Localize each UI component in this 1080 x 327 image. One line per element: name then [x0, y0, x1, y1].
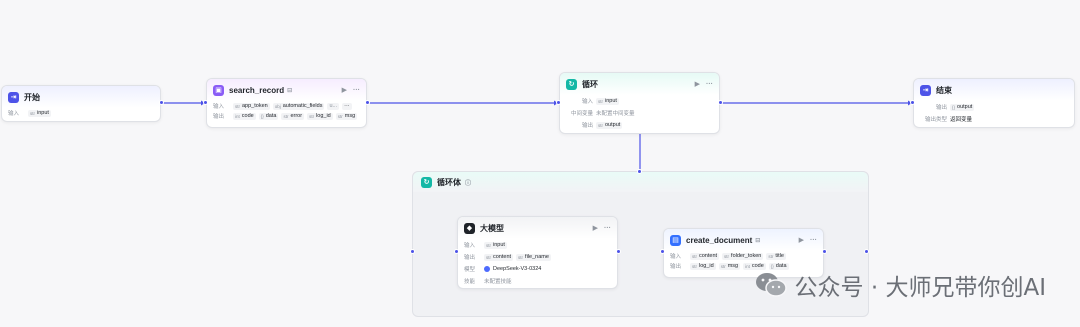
workflow-canvas[interactable]: ⇥ 开始 输入 str input ▣ search_record ⊟ ▶ ···… [0, 0, 1080, 327]
watermark-text: 公众号 · 大师兄带你创AI [794, 275, 1046, 301]
loop-body-header: ↻ 循环体 ⓘ [413, 172, 868, 192]
document-icon: ▤ [670, 234, 681, 246]
node-search-inputs: 输入 str app_token obj automatic_fields u...… [213, 102, 352, 110]
node-llm-skill: 技能 未配置技能 [464, 279, 512, 285]
port-loop-body[interactable] [637, 169, 642, 174]
plugin-icon: ▣ [213, 84, 224, 96]
port-loop-in[interactable] [556, 100, 561, 105]
run-icon[interactable]: ▶ [593, 224, 598, 232]
node-end-outputs: 输出 {} output [935, 103, 975, 111]
node-start-inputs: 输入 str input [8, 109, 51, 117]
llm-icon: ◆ [464, 222, 475, 234]
more-inputs-button[interactable]: ··· [342, 102, 352, 110]
run-icon[interactable]: ▶ [342, 86, 347, 94]
port-body-start[interactable] [410, 249, 415, 254]
node-llm-outputs: 输出 str content str file_name [464, 253, 551, 261]
node-loop-header: ↻ 循环 ▶ ··· [560, 73, 719, 95]
node-search-title: search_record [229, 85, 285, 95]
node-start-header: ⇥ 开始 [2, 86, 160, 108]
node-llm-header: ◆ 大模型 ▶ ··· [458, 217, 617, 239]
loop-icon: ↻ [566, 78, 577, 90]
node-loop-inputs: 输入 str input [581, 97, 619, 105]
var-tag: str input [28, 109, 51, 117]
node-start-title: 开始 [24, 92, 40, 102]
port-llm-out[interactable] [616, 249, 621, 254]
node-loop-title: 循环 [582, 79, 598, 89]
node-loop-mid: 中间变量 未配置中间变量 [570, 111, 635, 117]
info-icon[interactable]: ⓘ [465, 178, 471, 187]
start-icon: ⇥ [8, 91, 19, 103]
more-icon[interactable]: ··· [604, 225, 611, 232]
node-search-header: ▣ search_record ⊟ ▶ ··· [207, 79, 366, 101]
node-doc-title: create_document [686, 235, 753, 245]
run-icon[interactable]: ▶ [799, 236, 804, 244]
more-icon[interactable]: ··· [353, 87, 360, 94]
port-llm-in[interactable] [454, 249, 459, 254]
port-doc-out[interactable] [822, 249, 827, 254]
node-loop-outputs: 输出 str output [581, 121, 623, 129]
more-icon[interactable]: ··· [810, 237, 817, 244]
node-search-record[interactable]: ▣ search_record ⊟ ▶ ··· 输入 str app_token … [206, 78, 367, 128]
node-end-title: 结束 [936, 85, 952, 95]
port-search-out[interactable] [365, 100, 370, 105]
node-llm-inputs: 输入 str input [464, 241, 507, 249]
port-start-out[interactable] [159, 100, 164, 105]
end-icon: ⇥ [920, 84, 931, 96]
node-loop[interactable]: ↻ 循环 ▶ ··· 输入 str input 中间变量 未配置中间变量 输出 s… [559, 72, 720, 134]
watermark: 公众号 · 大师兄带你创AI [755, 268, 1046, 302]
run-icon[interactable]: ▶ [695, 80, 700, 88]
node-llm[interactable]: ◆ 大模型 ▶ ··· 输入 str input 输出 str content st… [457, 216, 618, 289]
node-search-outputs: 输出 int code {} data str error str log_id str… [213, 112, 358, 120]
node-end[interactable]: ⇥ 结束 输出 {} output 输出类型 返回变量 [913, 78, 1075, 128]
port-doc-in[interactable] [660, 249, 665, 254]
node-llm-title: 大模型 [480, 223, 504, 233]
port-loop-out[interactable] [718, 100, 723, 105]
more-icon[interactable]: ··· [706, 81, 713, 88]
loop-icon: ↻ [421, 176, 432, 188]
node-doc-inputs: 输入 str content str folder_token str title [670, 252, 786, 260]
node-llm-model: 模型 DeepSeek-V3-0324 [464, 266, 542, 273]
node-doc-header: ▤ create_document ⊟ ▶ ··· [664, 229, 823, 251]
deepseek-icon [484, 266, 490, 272]
port-end-in[interactable] [910, 100, 915, 105]
node-end-header: ⇥ 结束 [914, 79, 1074, 101]
port-body-end[interactable] [864, 249, 869, 254]
wechat-logo-icon [755, 271, 787, 299]
pin-icon: ⊟ [755, 237, 761, 244]
pin-icon: ⊟ [287, 87, 293, 94]
loop-body-title: 循环体 [437, 177, 461, 187]
node-start[interactable]: ⇥ 开始 输入 str input [1, 85, 161, 122]
port-search-in[interactable] [203, 100, 208, 105]
node-end-return: 输出类型 返回变量 [924, 117, 973, 123]
